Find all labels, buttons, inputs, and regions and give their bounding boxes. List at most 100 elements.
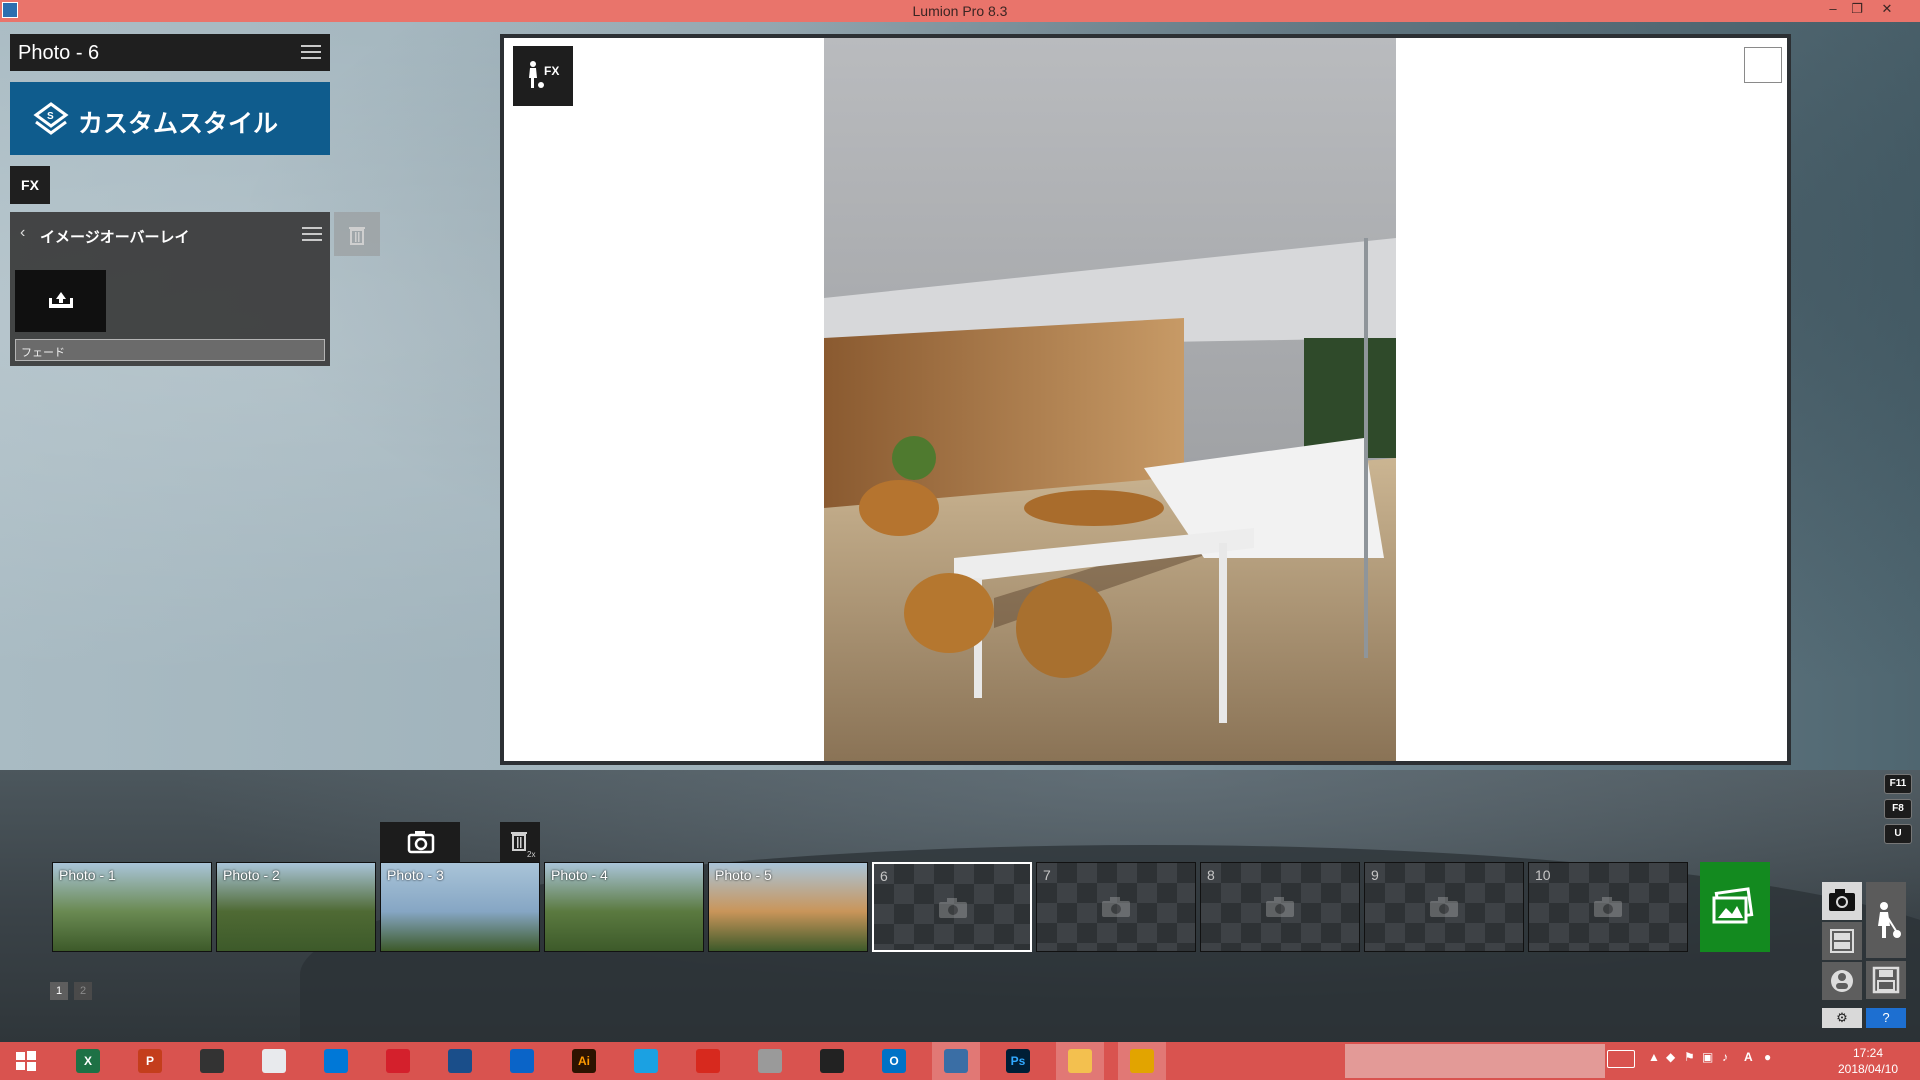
taskbar-sketchup-button[interactable] <box>684 1042 732 1080</box>
taskbar-file-explorer-button[interactable] <box>1056 1042 1104 1080</box>
taskbar-start-button[interactable] <box>2 1042 50 1080</box>
render-photo-button[interactable] <box>1700 862 1770 952</box>
photo-menu-icon[interactable] <box>301 44 321 60</box>
cloud-app-icon <box>200 1049 224 1073</box>
onedrive-icon <box>510 1049 534 1073</box>
save-button[interactable] <box>1866 961 1906 999</box>
help-button[interactable]: ? <box>1866 1008 1906 1028</box>
mail-icon <box>324 1049 348 1073</box>
taskbar-1password-button[interactable] <box>436 1042 484 1080</box>
restore-button[interactable]: ❐ <box>1842 1 1872 21</box>
floppy-save-icon <box>1872 966 1900 994</box>
filmstrip-thumb-5[interactable]: Photo - 5 <box>708 862 868 952</box>
taskbar-cloud-app-button[interactable] <box>188 1042 236 1080</box>
1password-icon <box>448 1049 472 1073</box>
taskbar-chrome-button[interactable] <box>250 1042 298 1080</box>
trash-icon <box>349 227 365 245</box>
taskbar-search-area[interactable] <box>1345 1044 1605 1078</box>
style-layers-icon: S <box>33 102 69 135</box>
figure-build-icon <box>1878 902 1901 938</box>
file-explorer-icon <box>1068 1049 1092 1073</box>
figure-effects-icon <box>529 61 544 88</box>
chrome-icon <box>262 1049 286 1073</box>
key-hint-f8[interactable]: F8 <box>1884 799 1912 819</box>
camera-placeholder-icon <box>1102 897 1130 917</box>
camera-placeholder-icon <box>1594 897 1622 917</box>
filmstrip-thumb-10[interactable]: 10 <box>1528 862 1688 952</box>
page-2-button[interactable]: 2 <box>74 982 92 1000</box>
fx-tab[interactable]: FX <box>10 166 50 204</box>
network-icon[interactable]: ▣ <box>1702 1050 1713 1064</box>
camera-icon <box>1829 889 1855 911</box>
filmstrip-thumb-1[interactable]: Photo - 1 <box>52 862 212 952</box>
taskbar-internet-explorer-button[interactable] <box>622 1042 670 1080</box>
fade-slider[interactable]: フェード <box>15 339 325 361</box>
tray-app-icon[interactable]: ● <box>1764 1050 1771 1064</box>
filmstrip-thumb-label: Photo - 4 <box>551 867 608 883</box>
tray-expand-icon[interactable]: ▲ <box>1648 1050 1660 1064</box>
flag-icon[interactable]: ⚑ <box>1684 1050 1695 1064</box>
ime-indicator[interactable]: A <box>1744 1050 1753 1064</box>
illustrator-icon: Ai <box>572 1049 596 1073</box>
movie-mode-button[interactable] <box>1822 922 1862 960</box>
keyboard-icon[interactable] <box>1607 1050 1635 1068</box>
powerpoint-icon: P <box>138 1049 162 1073</box>
filmstrip-thumb-label: Photo - 3 <box>387 867 444 883</box>
close-button[interactable]: ✕ <box>1872 1 1902 21</box>
preview-corner-toggle[interactable] <box>1744 47 1782 83</box>
taskbar-photoshop-button[interactable]: Ps <box>994 1042 1042 1080</box>
trash-icon: 2x <box>511 832 535 859</box>
filmstrip-thumb-4[interactable]: Photo - 4 <box>544 862 704 952</box>
svg-text:S: S <box>47 111 54 122</box>
taskbar-creative-cloud-button[interactable] <box>374 1042 422 1080</box>
build-mode-button[interactable] <box>1866 882 1906 958</box>
rendered-interior-image <box>824 38 1396 761</box>
clock-date: 2018/04/10 <box>1837 1062 1899 1076</box>
fade-label: フェード <box>21 347 65 359</box>
photo-preview-frame <box>500 34 1791 765</box>
overlay-upload-button[interactable] <box>15 270 106 332</box>
filmstrip-thumb-8[interactable]: 8 <box>1200 862 1360 952</box>
taskbar-nvidia-app-button[interactable] <box>808 1042 856 1080</box>
fx-label: FX <box>544 64 560 78</box>
taskbar-zip-app-button[interactable] <box>1118 1042 1166 1080</box>
image-overlay-effect-panel: ‹ イメージオーバーレイ フェード <box>10 212 330 366</box>
camera-placeholder-icon <box>1266 897 1294 917</box>
filmstrip-thumb-7[interactable]: 7 <box>1036 862 1196 952</box>
effect-title: イメージオーバーレイ <box>40 229 190 246</box>
taskbar-outlook-button[interactable]: O <box>870 1042 918 1080</box>
taskbar-lumion-button[interactable] <box>932 1042 980 1080</box>
fx-effects-button[interactable]: FX <box>513 46 573 106</box>
photoshop-icon: Ps <box>1006 1049 1030 1073</box>
taskbar-onedrive-button[interactable] <box>498 1042 546 1080</box>
taskbar-illustrator-button[interactable]: Ai <box>560 1042 608 1080</box>
filmstrip-thumb-2[interactable]: Photo - 2 <box>216 862 376 952</box>
filmstrip-thumb-6[interactable]: 6 <box>872 862 1032 952</box>
key-hint-u[interactable]: U <box>1884 824 1912 844</box>
dropbox-icon[interactable]: ◆ <box>1666 1050 1675 1064</box>
chevron-left-icon[interactable]: ‹ <box>20 224 25 242</box>
image-gallery-icon <box>1712 887 1754 924</box>
camera-placeholder-icon <box>1430 897 1458 917</box>
panorama-mode-button[interactable] <box>1822 962 1862 1000</box>
filmstrip-thumb-label: 6 <box>880 868 888 884</box>
effect-delete-button[interactable] <box>334 212 380 256</box>
delete-photo-tab[interactable]: 2x <box>500 822 540 862</box>
taskbar-mail-button[interactable] <box>312 1042 360 1080</box>
filmstrip-thumb-3[interactable]: Photo - 3 <box>380 862 540 952</box>
taskbar-powerpoint-button[interactable]: P <box>126 1042 174 1080</box>
key-hint-f11[interactable]: F11 <box>1884 774 1912 794</box>
filmstrip-thumb-9[interactable]: 9 <box>1364 862 1524 952</box>
custom-style-button[interactable]: S カスタムスタイル <box>10 82 330 155</box>
photo-mode-button[interactable] <box>1822 882 1862 920</box>
photo-preview-canvas[interactable] <box>504 38 1787 761</box>
effect-menu-icon[interactable] <box>302 226 322 242</box>
trash-badge: 2x <box>527 850 535 859</box>
settings-gear-icon[interactable]: ⚙ <box>1822 1008 1862 1028</box>
taskbar-plotter-app-button[interactable] <box>746 1042 794 1080</box>
page-1-button[interactable]: 1 <box>50 982 68 1000</box>
taskbar-clock[interactable]: 17:24 2018/04/10 <box>1820 1045 1916 1077</box>
volume-icon[interactable]: ♪ <box>1722 1050 1728 1064</box>
taskbar-excel-button[interactable]: X <box>64 1042 112 1080</box>
take-photo-tab[interactable] <box>380 822 460 862</box>
